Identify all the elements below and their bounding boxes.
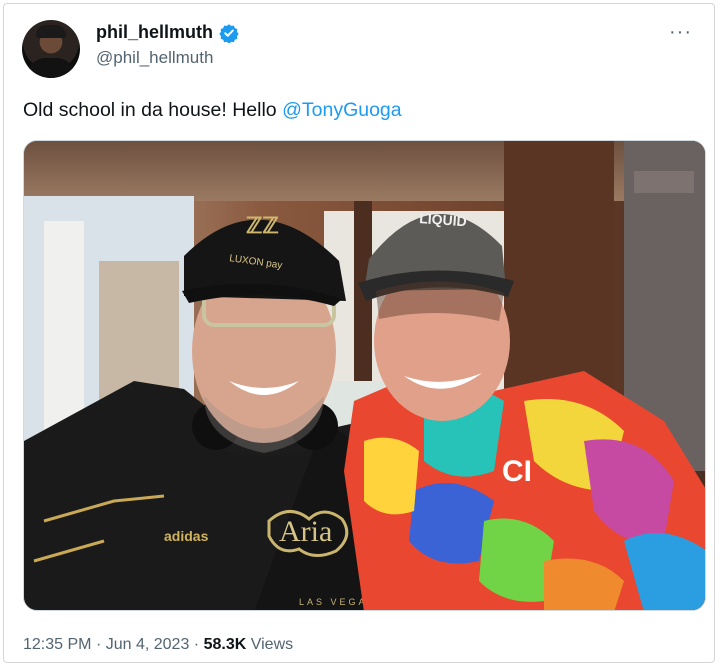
tweet-photo[interactable]: adidas Aria LAS VEGAS ℤℤ LUXON pay CI LI… [23, 140, 706, 611]
author-name-row[interactable]: phil_hellmuth [96, 22, 239, 43]
verified-badge-icon [219, 23, 239, 43]
adidas-logo-text: adidas [164, 528, 209, 544]
meta-separator-2: · [193, 636, 200, 653]
tweet-time[interactable]: 12:35 PM [23, 636, 91, 653]
shirt-text: Aria [279, 515, 332, 548]
views-label: Views [250, 636, 294, 653]
cap-left-logo: ℤℤ [246, 213, 279, 238]
tweet-body: Old school in da house! Hello [23, 99, 283, 121]
shirt-right-text: CI [502, 455, 532, 488]
photo-illustration: adidas Aria LAS VEGAS ℤℤ LUXON pay CI LI… [24, 141, 705, 610]
author-handle[interactable]: @phil_hellmuth [96, 48, 213, 68]
tweet-meta: 12:35 PM · Jun 4, 2023 · 58.3K Views [23, 636, 293, 654]
mention-link[interactable]: @TonyGuoga [282, 99, 402, 121]
tweet-text: Old school in da house! Hello @TonyGuoga [23, 99, 402, 122]
cap-right-text: LIQUID [419, 210, 467, 229]
tweet-date[interactable]: Jun 4, 2023 [106, 636, 190, 653]
meta-separator: · [95, 636, 102, 653]
avatar-shirt [26, 58, 76, 78]
tweet-card[interactable]: phil_hellmuth @phil_hellmuth ··· Old sch… [3, 3, 715, 663]
avatar-cap [36, 25, 66, 38]
more-options-icon[interactable]: ··· [669, 22, 692, 42]
views-count[interactable]: 58.3K [204, 636, 247, 653]
display-name[interactable]: phil_hellmuth [96, 22, 213, 43]
avatar[interactable] [22, 20, 80, 78]
